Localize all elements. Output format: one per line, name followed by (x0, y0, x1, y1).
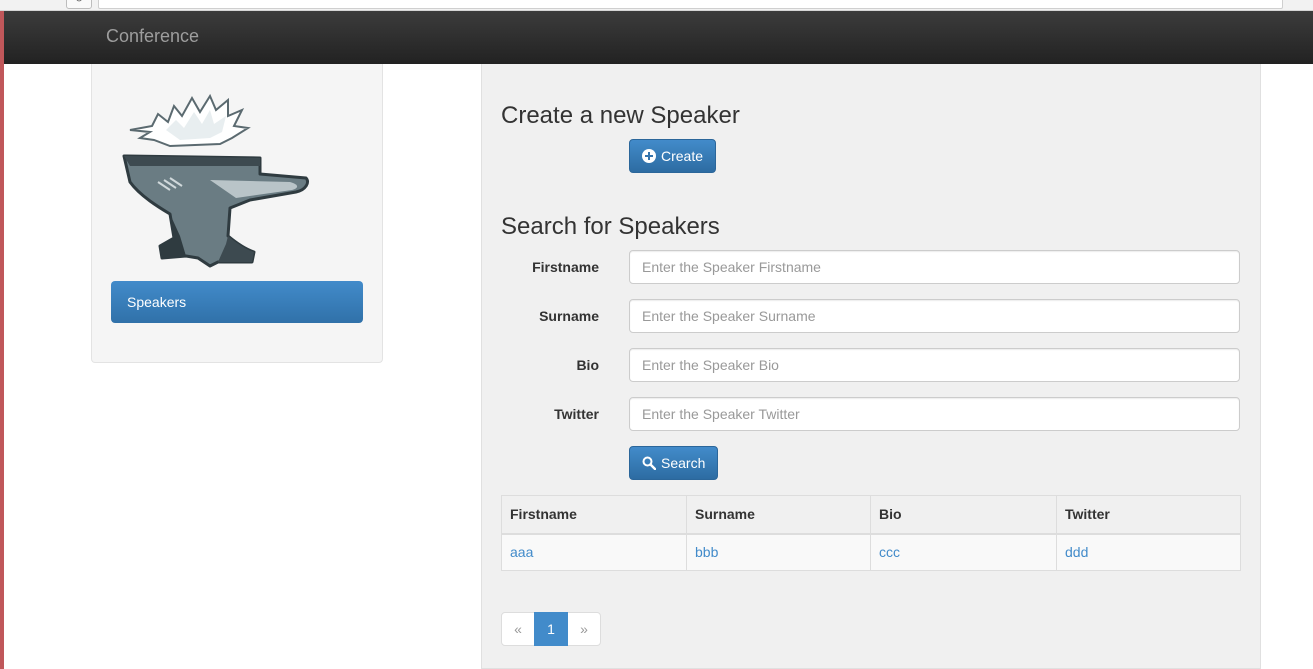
pagination-next[interactable]: » (567, 612, 601, 646)
pagination: « 1 » (501, 612, 601, 646)
table-row: aaa bbb ccc ddd (501, 533, 1241, 571)
surname-field[interactable] (629, 299, 1240, 333)
main-panel: Create a new Speaker Create Search for S… (481, 64, 1261, 669)
cell-surname: bbb (686, 533, 871, 571)
surname-label: Surname (539, 308, 599, 324)
table-header-row: Firstname Surname Bio Twitter (501, 495, 1241, 535)
search-button[interactable]: Search (629, 446, 719, 480)
sidebar-item-speakers[interactable]: Speakers (111, 281, 363, 323)
pagination-page-1[interactable]: 1 (534, 612, 568, 646)
twitter-link[interactable]: ddd (1065, 544, 1088, 560)
firstname-label: Firstname (532, 259, 599, 275)
twitter-field[interactable] (629, 397, 1240, 431)
column-header-firstname[interactable]: Firstname (501, 495, 687, 535)
reload-icon[interactable]: ↻ (66, 0, 92, 9)
create-button[interactable]: Create (629, 139, 717, 173)
navbar: Conference (4, 11, 1313, 64)
plus-circle-icon (642, 149, 656, 163)
navbar-brand[interactable]: Conference (106, 26, 199, 47)
search-icon (642, 456, 656, 470)
twitter-label: Twitter (554, 406, 599, 422)
column-header-twitter[interactable]: Twitter (1056, 495, 1241, 535)
firstname-field[interactable] (629, 250, 1240, 284)
cell-firstname: aaa (501, 533, 687, 571)
sidebar-item-label: Speakers (127, 294, 187, 310)
address-bar[interactable] (98, 0, 1283, 9)
search-heading: Search for Speakers (501, 213, 720, 240)
cell-twitter: ddd (1056, 533, 1241, 571)
bio-field[interactable] (629, 348, 1240, 382)
search-button-label: Search (661, 455, 706, 471)
results-table: Firstname Surname Bio Twitter aaa bbb cc… (501, 495, 1241, 571)
browser-toolbar: ↻ (0, 0, 1313, 11)
pagination-prev[interactable]: « (501, 612, 535, 646)
sidebar: Speakers (91, 64, 383, 363)
cell-bio: ccc (870, 533, 1057, 571)
bio-label: Bio (576, 357, 599, 373)
create-button-label: Create (661, 148, 704, 164)
create-heading: Create a new Speaker (501, 102, 740, 129)
bio-link[interactable]: ccc (879, 544, 900, 560)
window-edge (0, 11, 4, 669)
column-header-bio[interactable]: Bio (870, 495, 1057, 535)
column-header-surname[interactable]: Surname (686, 495, 871, 535)
firstname-link[interactable]: aaa (510, 544, 533, 560)
anvil-logo-icon (110, 86, 310, 276)
surname-link[interactable]: bbb (695, 544, 718, 560)
